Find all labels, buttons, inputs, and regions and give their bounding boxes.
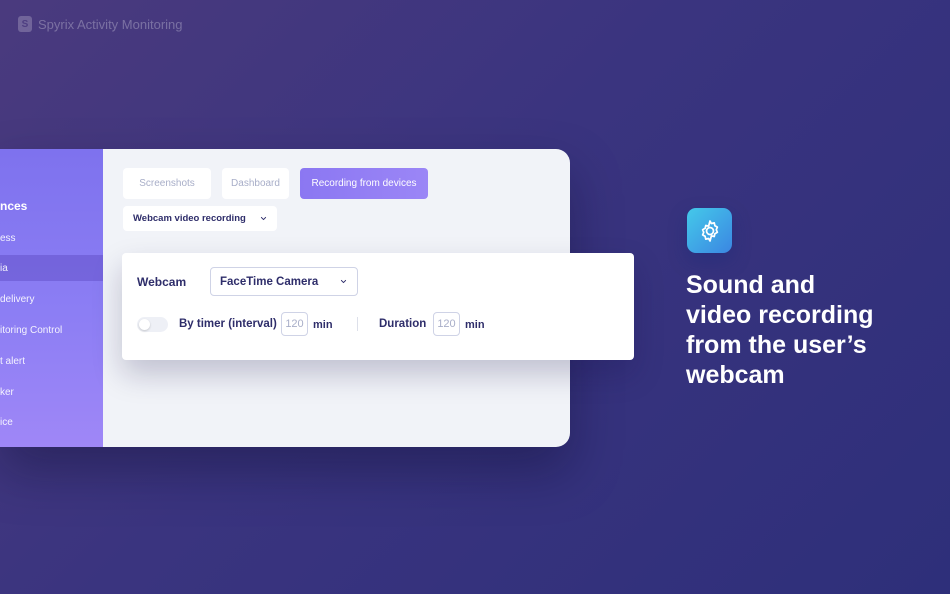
sidebar-item-label: delivery	[0, 293, 35, 305]
webcam-label: Webcam	[137, 275, 187, 289]
chevron-down-icon	[340, 279, 347, 284]
sidebar-item-delivery[interactable]: delivery	[0, 286, 103, 312]
toggle-knob	[139, 319, 150, 330]
recording-type-select[interactable]: Webcam video recording	[123, 206, 277, 231]
timer-interval-input[interactable]: 120	[281, 312, 308, 336]
spyrix-logo-icon: S	[18, 16, 32, 32]
sidebar-item-access[interactable]: ess	[0, 225, 103, 251]
tab-dashboard[interactable]: Dashboard	[222, 168, 289, 199]
camera-select-value: FaceTime Camera	[220, 275, 319, 288]
timer-label: By timer (interval)	[179, 318, 277, 330]
headline-line: webcam	[686, 361, 785, 389]
brand-header: S Spyrix Activity Monitoring	[18, 15, 183, 33]
sidebar-item-blocker[interactable]: ker	[0, 379, 103, 405]
sidebar-item-label: itoring Control	[0, 324, 63, 336]
sidebar-item-label: t alert	[0, 355, 26, 367]
timer-unit: min	[313, 319, 333, 331]
tab-screenshots[interactable]: Screenshots	[123, 168, 211, 199]
sidebar-item-media[interactable]: ia	[0, 255, 103, 281]
duration-unit: min	[465, 319, 485, 331]
sidebar-item-label: ia	[0, 262, 8, 274]
duration-input[interactable]: 120	[433, 312, 460, 336]
headline-line: video recording	[686, 301, 874, 329]
field-divider	[357, 317, 358, 331]
headline-line: Sound and	[686, 271, 816, 299]
chevron-down-icon	[260, 216, 267, 221]
gear-icon-glyph	[701, 219, 718, 242]
timer-toggle[interactable]	[137, 317, 168, 332]
duration-label: Duration	[379, 318, 427, 330]
sidebar-item-label: ker	[0, 386, 14, 398]
sidebar: nces ess ia delivery itoring Control t a…	[0, 149, 103, 447]
recording-type-value: Webcam video recording	[133, 213, 246, 224]
camera-select[interactable]: FaceTime Camera	[210, 267, 358, 296]
sidebar-item-monitoring-control[interactable]: itoring Control	[0, 317, 103, 343]
sidebar-item-alert[interactable]: t alert	[0, 348, 103, 374]
brand-name: Spyrix Activity Monitoring	[38, 16, 183, 32]
webcam-settings-card: Webcam FaceTime Camera By timer (interva…	[122, 253, 634, 360]
sidebar-item-device[interactable]: ice	[0, 409, 103, 435]
feature-headline: Sound and video recording from the user’…	[686, 270, 926, 390]
sidebar-section-title: nces	[0, 199, 28, 213]
gear-icon	[687, 208, 732, 253]
tab-recording-from-devices[interactable]: Recording from devices	[300, 168, 428, 199]
sidebar-item-label: ess	[0, 232, 16, 244]
sidebar-item-label: ice	[0, 416, 13, 428]
headline-line: from the user’s	[686, 331, 867, 359]
